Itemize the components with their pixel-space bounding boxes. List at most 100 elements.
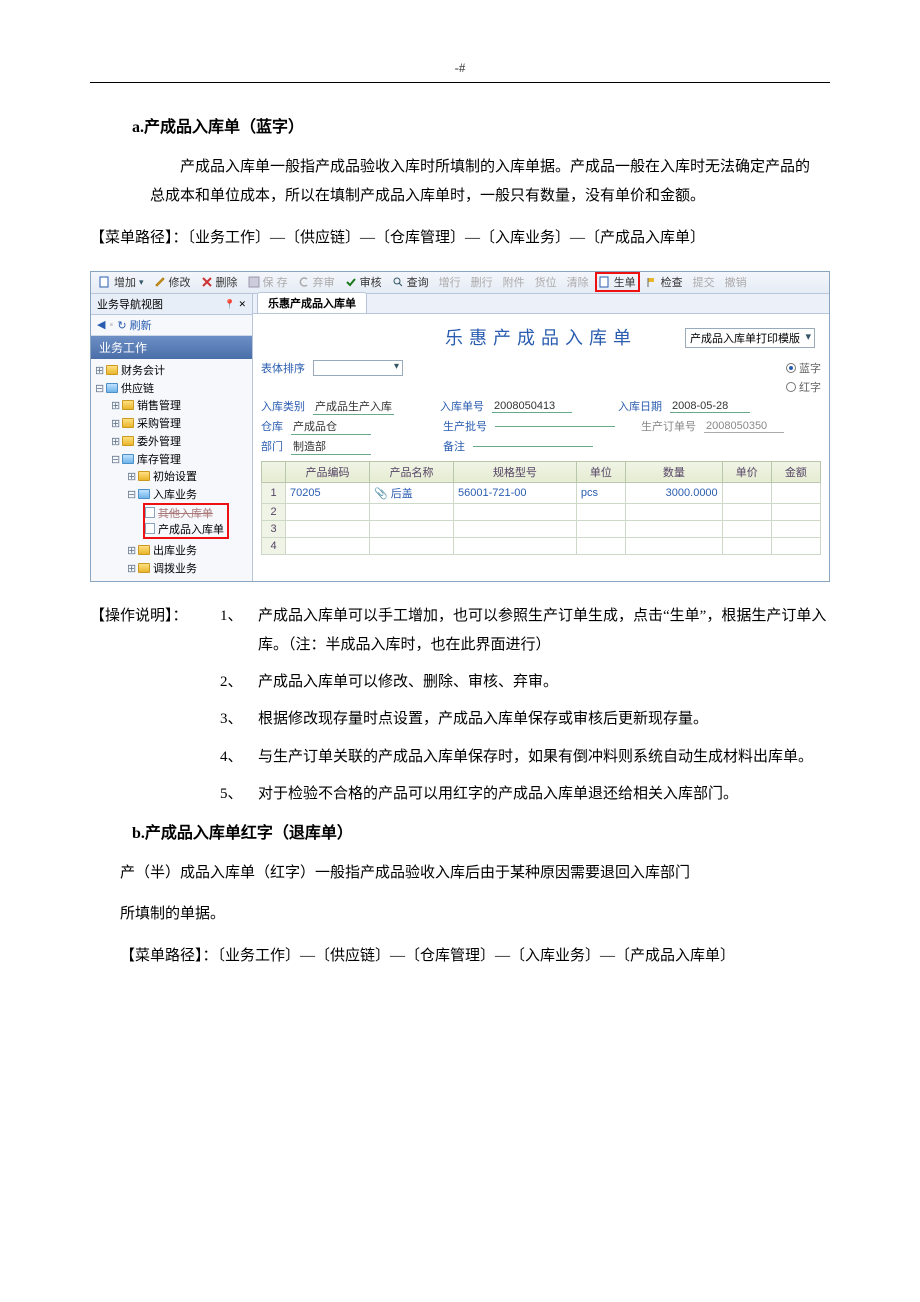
- cell-amount[interactable]: [771, 537, 820, 554]
- tree-label: 其他入库单: [158, 508, 213, 520]
- tree-item-outbound[interactable]: ⊞出库业务: [125, 541, 250, 559]
- col-spec[interactable]: 规格型号: [454, 461, 577, 482]
- cell-qty[interactable]: [625, 520, 722, 537]
- cell-code[interactable]: [286, 537, 370, 554]
- col-price[interactable]: 单价: [722, 461, 771, 482]
- cell-unit[interactable]: [576, 503, 625, 520]
- back-icon[interactable]: ◀: [97, 318, 105, 331]
- cell-name[interactable]: [370, 537, 454, 554]
- cell-name[interactable]: [370, 503, 454, 520]
- cell-code[interactable]: 70205: [286, 482, 370, 503]
- tree-item-inbound[interactable]: ⊟入库业务 其他入库单 产成品入库单: [125, 485, 250, 541]
- biz-title: 业务工作: [91, 336, 252, 359]
- tree-item-fin[interactable]: ⊞财务会计: [93, 361, 250, 379]
- in-no-value[interactable]: 2008050413: [492, 400, 572, 413]
- attach-button[interactable]: 附件: [499, 273, 529, 291]
- cell-spec[interactable]: [454, 537, 577, 554]
- cell-name[interactable]: [370, 520, 454, 537]
- template-select[interactable]: 产成品入库单打印模版: [685, 328, 815, 348]
- addrow-button[interactable]: 增行: [435, 273, 465, 291]
- in-date-value[interactable]: 2008-05-28: [670, 400, 750, 413]
- col-code[interactable]: 产品编码: [286, 461, 370, 482]
- save-button[interactable]: 保 存: [244, 273, 292, 291]
- delete-button[interactable]: 删除: [197, 273, 242, 291]
- cell-qty[interactable]: [625, 503, 722, 520]
- table-row[interactable]: 2: [262, 503, 821, 520]
- cell-price[interactable]: [722, 482, 771, 503]
- tree-item-inventory[interactable]: ⊟库存管理 ⊞初始设置 ⊟入库业务 其他入库单 产成品入库单: [109, 450, 250, 578]
- cell-unit[interactable]: pcs: [576, 482, 625, 503]
- dept-value[interactable]: 制造部: [291, 438, 371, 455]
- cell-spec[interactable]: [454, 520, 577, 537]
- sort-dropdown[interactable]: [313, 360, 403, 376]
- cell-name[interactable]: 📎后盖: [370, 482, 454, 503]
- tree-label: 初始设置: [153, 471, 197, 483]
- radio-red[interactable]: 红字: [786, 379, 821, 395]
- submit-label: 提交: [693, 274, 715, 290]
- tree-label: 入库业务: [153, 489, 197, 501]
- table-row[interactable]: 170205📎后盖56001-721-00pcs3000.0000: [262, 482, 821, 503]
- drop-audit-button[interactable]: 弃审: [294, 273, 339, 291]
- tree-label: 调拨业务: [153, 563, 197, 575]
- cell-code[interactable]: [286, 503, 370, 520]
- refresh-label: 刷新: [130, 320, 152, 332]
- in-type-value[interactable]: 产成品生产入库: [313, 398, 394, 415]
- col-amount[interactable]: 金额: [771, 461, 820, 482]
- instr-item-4: 与生产订单关联的产成品入库单保存时，如果有倒冲料则系统自动生成材料出库单。: [258, 743, 830, 772]
- radio-blue[interactable]: 蓝字: [786, 360, 821, 376]
- col-rownum[interactable]: [262, 461, 286, 482]
- delrow-button[interactable]: 删行: [467, 273, 497, 291]
- batch-value[interactable]: [495, 426, 615, 427]
- content-pane: 乐惠产成品入库单 产成品入库单打印模版 乐惠产成品入库单 表体排序 蓝字 红字: [253, 294, 829, 581]
- cell-unit[interactable]: [576, 537, 625, 554]
- tree-item-purchase[interactable]: ⊞采购管理: [109, 414, 250, 432]
- pin-icon[interactable]: 📍: [224, 299, 235, 309]
- dept-label: 部门: [261, 438, 283, 454]
- audit-button[interactable]: 审核: [341, 273, 386, 291]
- cell-spec[interactable]: [454, 503, 577, 520]
- col-unit[interactable]: 单位: [576, 461, 625, 482]
- tab-main[interactable]: 乐惠产成品入库单: [257, 292, 367, 313]
- clear-button[interactable]: 清除: [563, 273, 593, 291]
- tree-item-product-inbound[interactable]: 产成品入库单: [145, 521, 224, 537]
- delete-label: 删除: [216, 274, 238, 290]
- add-button[interactable]: 增加 ▾: [95, 273, 148, 291]
- tree-item-transfer[interactable]: ⊞调拨业务: [125, 559, 250, 577]
- cell-price[interactable]: [722, 537, 771, 554]
- tree-item-outsource[interactable]: ⊞委外管理: [109, 432, 250, 450]
- modify-button[interactable]: 修改: [150, 273, 195, 291]
- tree-item-sales[interactable]: ⊞销售管理: [109, 396, 250, 414]
- tree-item-other-inbound[interactable]: 其他入库单: [145, 505, 224, 521]
- col-qty[interactable]: 数量: [625, 461, 722, 482]
- tree-item-scm[interactable]: ⊟供应链 ⊞销售管理 ⊞采购管理 ⊞委外管理 ⊟库存管理 ⊞初始设置 ⊟入库业务: [93, 379, 250, 579]
- section-b-para1: 产（半）成品入库单（红字）一般指产成品验收入库后由于某种原因需要退回入库部门: [90, 859, 830, 888]
- remark-value[interactable]: [473, 446, 593, 447]
- cell-unit[interactable]: [576, 520, 625, 537]
- remark-label: 备注: [443, 438, 465, 454]
- cell-price[interactable]: [722, 520, 771, 537]
- table-row[interactable]: 4: [262, 537, 821, 554]
- cell-code[interactable]: [286, 520, 370, 537]
- revoke-button[interactable]: 撤销: [721, 273, 751, 291]
- cell-rownum: 2: [262, 503, 286, 520]
- generate-button[interactable]: 生单: [595, 272, 640, 292]
- col-name[interactable]: 产品名称: [370, 461, 454, 482]
- wh-value[interactable]: 产成品仓: [291, 418, 371, 435]
- tree-item-init[interactable]: ⊞初始设置: [125, 467, 250, 485]
- close-icon[interactable]: ✕: [238, 299, 246, 309]
- table-row[interactable]: 3: [262, 520, 821, 537]
- tree-label: 产成品入库单: [158, 524, 224, 536]
- cell-amount[interactable]: [771, 482, 820, 503]
- instr-num-2: 2、: [220, 668, 258, 697]
- locate-button[interactable]: 货位: [531, 273, 561, 291]
- inspect-button[interactable]: 检查: [642, 273, 687, 291]
- submit-button[interactable]: 提交: [689, 273, 719, 291]
- cell-amount[interactable]: [771, 503, 820, 520]
- cell-qty[interactable]: 3000.0000: [625, 482, 722, 503]
- refresh-button[interactable]: ↻ 刷新: [117, 317, 151, 333]
- cell-price[interactable]: [722, 503, 771, 520]
- cell-amount[interactable]: [771, 520, 820, 537]
- cell-spec[interactable]: 56001-721-00: [454, 482, 577, 503]
- query-button[interactable]: 查询: [388, 273, 433, 291]
- cell-qty[interactable]: [625, 537, 722, 554]
